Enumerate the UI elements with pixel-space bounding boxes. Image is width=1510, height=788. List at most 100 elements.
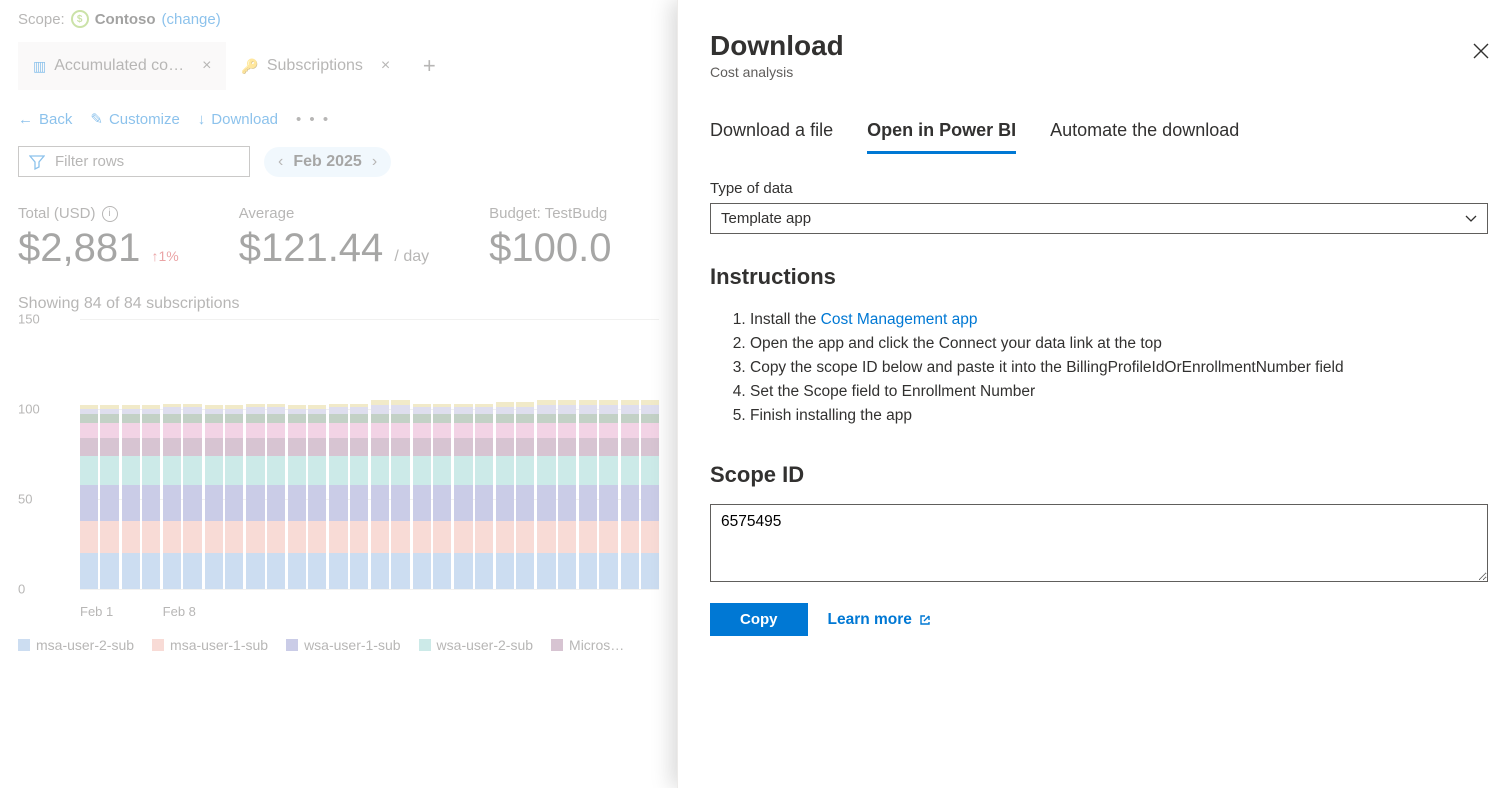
showing-text: Showing 84 of 84 subscriptions [18,295,659,313]
metric-budget: Budget: TestBudg $100.0 [489,205,611,271]
learn-more-link[interactable]: Learn more [828,611,932,629]
bar[interactable] [288,405,306,589]
toolbar-label: Back [39,111,72,128]
close-button[interactable] [1472,42,1490,65]
tab-accumulated-cost[interactable]: ▥ Accumulated co… × [18,42,226,90]
legend-item[interactable]: wsa-user-2-sub [419,637,533,653]
bar[interactable] [122,405,140,589]
scope-id-title: Scope ID [710,462,1488,488]
info-icon[interactable]: i [102,206,118,222]
bar[interactable] [537,400,555,589]
learn-more-label: Learn more [828,611,912,629]
type-of-data-select[interactable]: Template app [710,203,1488,234]
scope-id-field[interactable] [710,504,1488,582]
bar[interactable] [621,400,639,589]
bar[interactable] [433,404,451,589]
legend-label: msa-user-1-sub [170,637,268,653]
bar[interactable] [599,400,617,589]
instruction-step: Copy the scope ID below and paste it int… [750,356,1488,380]
tab-subscriptions[interactable]: 🔑 Subscriptions × [226,42,405,90]
filter-input[interactable]: Filter rows [18,146,250,177]
chevron-left-icon[interactable]: ‹ [278,153,283,171]
y-tick: 0 [18,582,25,597]
legend-label: Micros… [569,637,624,653]
toolbar: ← Back ✎ Customize ↓ Download • • • [18,110,659,128]
tab-label: Subscriptions [267,57,363,75]
panel-subtitle: Cost analysis [710,64,1488,80]
close-icon[interactable]: × [202,57,211,75]
instruction-step: Install the Cost Management app [750,308,1488,332]
tab-automate-download[interactable]: Automate the download [1050,120,1239,154]
toolbar-label: Customize [109,111,180,128]
filter-placeholder: Filter rows [55,153,124,170]
legend-swatch-icon [419,639,431,651]
metric-total: Total (USD) i $2,881 ↑1% [18,205,179,271]
instructions-title: Instructions [710,264,1488,290]
chevron-down-icon [1465,213,1477,225]
customize-button[interactable]: ✎ Customize [90,110,179,128]
bar[interactable] [413,404,431,589]
legend-item[interactable]: msa-user-1-sub [152,637,268,653]
view-tabs: ▥ Accumulated co… × 🔑 Subscriptions × + [18,42,659,90]
bar[interactable] [454,404,472,589]
metric-average: Average $121.44 / day [239,205,429,271]
legend-item[interactable]: wsa-user-1-sub [286,637,400,653]
instruction-text: Install the [750,311,821,328]
bar[interactable] [558,400,576,589]
x-tick: Feb 1 [80,604,163,619]
copy-button[interactable]: Copy [710,603,808,636]
metric-value: $121.44 [239,226,384,270]
scope-change-link[interactable]: (change) [162,11,221,28]
legend-item[interactable]: Micros… [551,637,624,653]
pencil-icon: ✎ [90,110,103,128]
tab-download-file[interactable]: Download a file [710,120,833,154]
bar[interactable] [579,400,597,589]
instructions-list: Install the Cost Management app Open the… [750,308,1488,428]
legend-label: wsa-user-2-sub [437,637,533,653]
legend-swatch-icon [152,639,164,651]
bar[interactable] [329,404,347,589]
chevron-right-icon[interactable]: › [372,153,377,171]
bar[interactable] [100,405,118,589]
metric-value: $100.0 [489,226,611,271]
metric-value: $2,881 [18,226,140,270]
legend-item[interactable]: msa-user-2-sub [18,637,134,653]
metric-label: Total (USD) [18,205,96,222]
bar[interactable] [80,405,98,589]
bar[interactable] [267,404,285,589]
bar[interactable] [163,404,181,589]
bar[interactable] [142,405,160,589]
tab-add[interactable]: + [405,42,453,90]
legend-label: msa-user-2-sub [36,637,134,653]
bar[interactable] [516,402,534,589]
tab-open-power-bi[interactable]: Open in Power BI [867,120,1016,154]
download-button[interactable]: ↓ Download [198,111,278,128]
bar[interactable] [246,404,264,589]
toolbar-label: Download [211,111,278,128]
bar[interactable] [350,404,368,589]
back-button[interactable]: ← Back [18,111,72,128]
bar[interactable] [371,400,389,589]
bar[interactable] [225,405,243,589]
panel-tabs: Download a file Open in Power BI Automat… [710,120,1488,154]
cost-management-app-link[interactable]: Cost Management app [821,311,978,328]
month-selector[interactable]: ‹ Feb 2025 › [264,147,391,177]
close-icon [1472,42,1490,60]
bar[interactable] [496,402,514,589]
bar[interactable] [641,400,659,589]
plus-icon: + [423,53,436,79]
scope-label: Scope: [18,11,65,28]
legend-swatch-icon [286,639,298,651]
select-value: Template app [721,210,811,227]
bar[interactable] [183,404,201,589]
more-button[interactable]: • • • [296,111,330,128]
close-icon[interactable]: × [381,57,390,75]
bar[interactable] [391,400,409,589]
x-tick: Feb 8 [163,604,246,619]
bar[interactable] [308,405,326,589]
scope-logo-icon: $ [71,10,89,28]
bar[interactable] [475,404,493,589]
bar[interactable] [205,405,223,589]
chart-icon: ▥ [33,58,46,75]
metric-label: Budget: TestBudg [489,205,611,222]
